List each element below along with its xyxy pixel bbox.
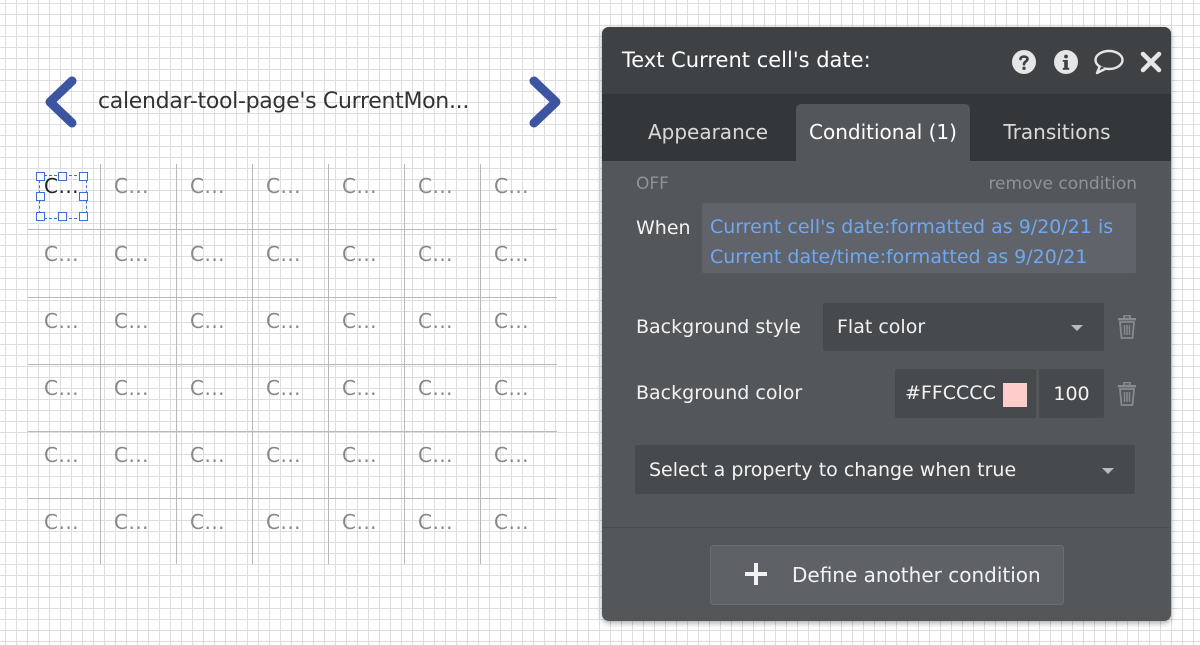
calendar-cell-text[interactable]: C... xyxy=(494,172,554,200)
plus-icon xyxy=(743,561,769,587)
grid-row-line xyxy=(28,297,557,298)
calendar-cell-text[interactable]: C... xyxy=(418,172,478,200)
calendar-cell-text[interactable]: C... xyxy=(494,240,554,268)
calendar-cell-text[interactable]: C... xyxy=(114,307,174,335)
resize-handle[interactable] xyxy=(58,172,67,181)
calendar-cell-text[interactable]: C... xyxy=(114,508,174,536)
calendar-cell-text[interactable]: C... xyxy=(494,374,554,402)
condition-expression-field[interactable]: Current cell's date:formatted as 9/20/21… xyxy=(702,203,1136,273)
remove-condition-link[interactable]: remove condition xyxy=(988,174,1137,194)
condition-state-label: OFF xyxy=(636,174,669,194)
calendar-cell-text[interactable]: C... xyxy=(342,441,402,469)
tab-appearance[interactable]: Appearance xyxy=(627,104,789,161)
expression-line: Current cell's date:formatted as 9/20/21… xyxy=(710,216,1114,238)
calendar-grid: C... C... C... C... C... C... C... C... C... C...… xyxy=(28,164,557,564)
panel-title: Text Current cell's date: xyxy=(622,48,871,72)
calendar-cell-text[interactable]: C... xyxy=(418,240,478,268)
resize-handle[interactable] xyxy=(36,192,45,201)
calendar-cell-text[interactable]: C... xyxy=(266,441,326,469)
calendar-cell-text[interactable]: C... xyxy=(44,240,104,268)
background-color-hex-input[interactable]: #FFCCCC xyxy=(895,369,1036,418)
calendar-cell-text[interactable]: C... xyxy=(266,508,326,536)
panel-tabs: Appearance Conditional (1) Transitions xyxy=(602,94,1171,161)
calendar-cell-text[interactable]: C... xyxy=(190,441,250,469)
calendar-cell-text[interactable]: C... xyxy=(494,441,554,469)
calendar-cell-text[interactable]: C... xyxy=(494,307,554,335)
calendar-cell-text[interactable]: C... xyxy=(266,172,326,200)
resize-handle[interactable] xyxy=(79,192,88,201)
calendar-cell-text[interactable]: C... xyxy=(44,508,104,536)
calendar-cell-text[interactable]: C... xyxy=(114,240,174,268)
chevron-down-icon xyxy=(1102,468,1114,474)
chevron-down-icon xyxy=(1071,325,1083,331)
divider xyxy=(602,527,1171,528)
calendar-cell-text[interactable]: C... xyxy=(342,172,402,200)
calendar-cell-text[interactable]: C... xyxy=(114,441,174,469)
calendar-cell-text[interactable]: C... xyxy=(418,508,478,536)
grid-row-line xyxy=(28,498,557,499)
help-icon[interactable] xyxy=(1011,49,1037,75)
calendar-cell-text[interactable]: C... xyxy=(114,172,174,200)
background-style-value: Flat color xyxy=(837,316,926,338)
resize-handle[interactable] xyxy=(79,172,88,181)
calendar-cell-text[interactable]: C... xyxy=(342,508,402,536)
calendar-cell-text[interactable]: C... xyxy=(266,240,326,268)
opacity-value: 100 xyxy=(1053,383,1090,405)
calendar-cell-text[interactable]: C... xyxy=(190,307,250,335)
grid-row-line xyxy=(28,364,557,365)
next-month-icon[interactable] xyxy=(526,75,566,129)
calendar-cell-text[interactable]: C... xyxy=(190,240,250,268)
define-condition-button[interactable]: Define another condition xyxy=(710,545,1064,605)
calendar-cell-text[interactable]: C... xyxy=(342,307,402,335)
info-icon[interactable] xyxy=(1053,49,1079,75)
property-select-dropdown[interactable]: Select a property to change when true xyxy=(635,445,1135,494)
resize-handle[interactable] xyxy=(58,212,67,221)
calendar-cell-text[interactable]: C... xyxy=(342,240,402,268)
calendar-cell-text[interactable]: C... xyxy=(44,374,104,402)
calendar-cell-text[interactable]: C... xyxy=(190,374,250,402)
calendar-cell-text[interactable]: C... xyxy=(114,374,174,402)
expression-line: Current date/time:formatted as 9/20/21 xyxy=(710,246,1088,268)
comment-icon[interactable] xyxy=(1093,49,1125,75)
resize-handle[interactable] xyxy=(79,212,88,221)
calendar-cell-text[interactable]: C... xyxy=(190,508,250,536)
calendar-cell-text[interactable]: C... xyxy=(342,374,402,402)
when-label: When xyxy=(636,217,691,239)
trash-icon[interactable] xyxy=(1116,381,1138,406)
color-hex-value: #FFCCCC xyxy=(905,382,996,404)
calendar-title: calendar-tool-page's CurrentMon... xyxy=(98,89,470,114)
calendar-cell-text[interactable]: C... xyxy=(418,441,478,469)
resize-handle[interactable] xyxy=(36,172,45,181)
previous-month-icon[interactable] xyxy=(40,75,80,129)
calendar-cell-text[interactable]: C... xyxy=(266,374,326,402)
close-icon[interactable] xyxy=(1138,49,1164,75)
color-swatch[interactable] xyxy=(1003,383,1027,407)
property-editor-panel: Text Current cell's date: Appearance Con… xyxy=(602,27,1171,621)
define-condition-label: Define another condition xyxy=(792,563,1041,587)
background-style-label: Background style xyxy=(636,316,801,338)
trash-icon[interactable] xyxy=(1116,314,1138,339)
property-select-placeholder: Select a property to change when true xyxy=(649,459,1017,481)
background-color-label: Background color xyxy=(636,382,803,404)
grid-row-line xyxy=(28,229,557,230)
resize-handle[interactable] xyxy=(36,212,45,221)
calendar-cell-text[interactable]: C... xyxy=(418,374,478,402)
calendar-cell-text[interactable]: C... xyxy=(266,307,326,335)
panel-header[interactable]: Text Current cell's date: xyxy=(602,27,1171,94)
tab-transitions[interactable]: Transitions xyxy=(977,104,1137,161)
background-style-dropdown[interactable]: Flat color xyxy=(823,303,1104,351)
calendar-cell-text[interactable]: C... xyxy=(44,441,104,469)
calendar-cell-text[interactable]: C... xyxy=(418,307,478,335)
calendar-cell-text[interactable]: C... xyxy=(190,172,250,200)
calendar-cell-text[interactable]: C... xyxy=(494,508,554,536)
grid-row-line xyxy=(28,431,557,432)
opacity-input[interactable]: 100 xyxy=(1039,369,1104,418)
tab-conditional[interactable]: Conditional (1) xyxy=(796,104,970,161)
calendar-cell-text[interactable]: C... xyxy=(44,307,104,335)
